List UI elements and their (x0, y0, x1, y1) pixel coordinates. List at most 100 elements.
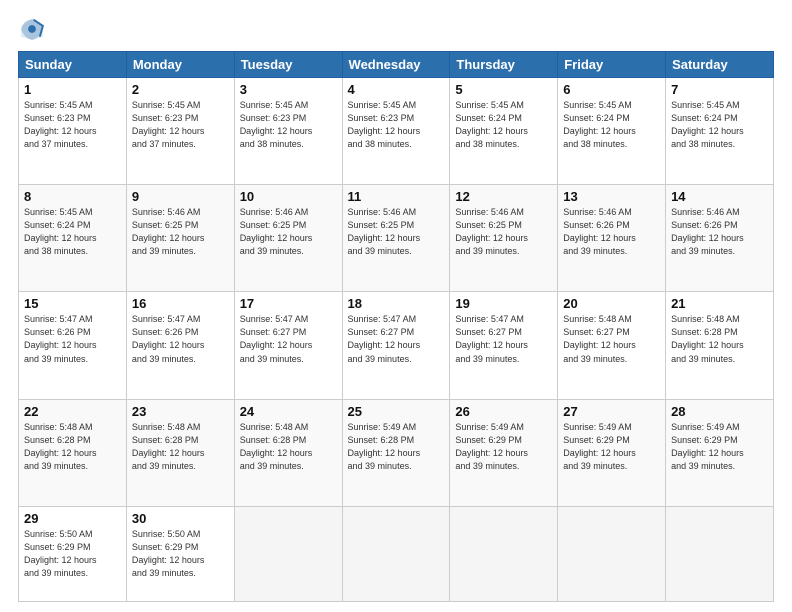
calendar-day-cell: 17 Sunrise: 5:47 AMSunset: 6:27 PMDayligh… (234, 292, 342, 399)
day-number: 28 (671, 404, 768, 419)
day-number: 25 (348, 404, 445, 419)
calendar-day-cell: 20 Sunrise: 5:48 AMSunset: 6:27 PMDayligh… (558, 292, 666, 399)
day-number: 30 (132, 511, 229, 526)
day-number: 3 (240, 82, 337, 97)
calendar-week-row: 22 Sunrise: 5:48 AMSunset: 6:28 PMDayligh… (19, 399, 774, 506)
day-number: 7 (671, 82, 768, 97)
calendar-header-cell: Wednesday (342, 52, 450, 78)
calendar-day-cell (342, 506, 450, 601)
calendar-body: 1 Sunrise: 5:45 AMSunset: 6:23 PMDaylight… (19, 78, 774, 602)
day-detail: Sunrise: 5:49 AMSunset: 6:29 PMDaylight:… (563, 421, 660, 473)
day-number: 13 (563, 189, 660, 204)
day-detail: Sunrise: 5:46 AMSunset: 6:25 PMDaylight:… (132, 206, 229, 258)
day-detail: Sunrise: 5:46 AMSunset: 6:25 PMDaylight:… (240, 206, 337, 258)
day-detail: Sunrise: 5:46 AMSunset: 6:26 PMDaylight:… (563, 206, 660, 258)
day-number: 26 (455, 404, 552, 419)
calendar-header-cell: Friday (558, 52, 666, 78)
day-number: 11 (348, 189, 445, 204)
calendar-day-cell: 15 Sunrise: 5:47 AMSunset: 6:26 PMDayligh… (19, 292, 127, 399)
calendar-header-cell: Sunday (19, 52, 127, 78)
calendar-header: SundayMondayTuesdayWednesdayThursdayFrid… (19, 52, 774, 78)
day-detail: Sunrise: 5:45 AMSunset: 6:24 PMDaylight:… (671, 99, 768, 151)
day-detail: Sunrise: 5:46 AMSunset: 6:26 PMDaylight:… (671, 206, 768, 258)
day-number: 18 (348, 296, 445, 311)
day-number: 10 (240, 189, 337, 204)
calendar-day-cell: 10 Sunrise: 5:46 AMSunset: 6:25 PMDayligh… (234, 185, 342, 292)
calendar-day-cell: 29 Sunrise: 5:50 AMSunset: 6:29 PMDayligh… (19, 506, 127, 601)
day-number: 17 (240, 296, 337, 311)
calendar-day-cell: 1 Sunrise: 5:45 AMSunset: 6:23 PMDaylight… (19, 78, 127, 185)
day-number: 8 (24, 189, 121, 204)
day-number: 27 (563, 404, 660, 419)
day-detail: Sunrise: 5:45 AMSunset: 6:24 PMDaylight:… (563, 99, 660, 151)
day-number: 14 (671, 189, 768, 204)
page: SundayMondayTuesdayWednesdayThursdayFrid… (0, 0, 792, 612)
day-number: 20 (563, 296, 660, 311)
day-number: 15 (24, 296, 121, 311)
day-detail: Sunrise: 5:47 AMSunset: 6:27 PMDaylight:… (348, 313, 445, 365)
day-detail: Sunrise: 5:45 AMSunset: 6:23 PMDaylight:… (348, 99, 445, 151)
day-number: 24 (240, 404, 337, 419)
calendar-day-cell: 21 Sunrise: 5:48 AMSunset: 6:28 PMDayligh… (666, 292, 774, 399)
day-detail: Sunrise: 5:48 AMSunset: 6:27 PMDaylight:… (563, 313, 660, 365)
day-number: 12 (455, 189, 552, 204)
calendar-day-cell: 6 Sunrise: 5:45 AMSunset: 6:24 PMDaylight… (558, 78, 666, 185)
day-detail: Sunrise: 5:48 AMSunset: 6:28 PMDaylight:… (671, 313, 768, 365)
day-number: 29 (24, 511, 121, 526)
day-detail: Sunrise: 5:49 AMSunset: 6:28 PMDaylight:… (348, 421, 445, 473)
calendar-day-cell: 25 Sunrise: 5:49 AMSunset: 6:28 PMDayligh… (342, 399, 450, 506)
day-number: 9 (132, 189, 229, 204)
day-detail: Sunrise: 5:46 AMSunset: 6:25 PMDaylight:… (455, 206, 552, 258)
calendar-day-cell: 27 Sunrise: 5:49 AMSunset: 6:29 PMDayligh… (558, 399, 666, 506)
day-number: 6 (563, 82, 660, 97)
calendar-day-cell: 13 Sunrise: 5:46 AMSunset: 6:26 PMDayligh… (558, 185, 666, 292)
calendar-day-cell: 22 Sunrise: 5:48 AMSunset: 6:28 PMDayligh… (19, 399, 127, 506)
day-detail: Sunrise: 5:49 AMSunset: 6:29 PMDaylight:… (455, 421, 552, 473)
day-detail: Sunrise: 5:45 AMSunset: 6:23 PMDaylight:… (24, 99, 121, 151)
day-number: 4 (348, 82, 445, 97)
calendar-header-cell: Tuesday (234, 52, 342, 78)
calendar-day-cell: 30Sunrise: 5:50 AMSunset: 6:29 PMDayligh… (126, 506, 234, 601)
day-detail: Sunrise: 5:47 AMSunset: 6:27 PMDaylight:… (455, 313, 552, 365)
calendar-day-cell: 2 Sunrise: 5:45 AMSunset: 6:23 PMDaylight… (126, 78, 234, 185)
day-detail: Sunrise: 5:47 AMSunset: 6:26 PMDaylight:… (24, 313, 121, 365)
calendar-header-cell: Thursday (450, 52, 558, 78)
calendar-table: SundayMondayTuesdayWednesdayThursdayFrid… (18, 51, 774, 602)
calendar-day-cell: 5 Sunrise: 5:45 AMSunset: 6:24 PMDaylight… (450, 78, 558, 185)
day-number: 22 (24, 404, 121, 419)
day-detail: Sunrise: 5:45 AMSunset: 6:24 PMDaylight:… (455, 99, 552, 151)
header (18, 15, 774, 43)
day-number: 19 (455, 296, 552, 311)
day-number: 23 (132, 404, 229, 419)
day-detail: Sunrise: 5:50 AMSunset: 6:29 PMDaylight:… (24, 528, 121, 580)
day-number: 21 (671, 296, 768, 311)
calendar-day-cell: 16Sunrise: 5:47 AMSunset: 6:26 PMDayligh… (126, 292, 234, 399)
day-detail: Sunrise: 5:45 AMSunset: 6:23 PMDaylight:… (132, 99, 229, 151)
header-row: SundayMondayTuesdayWednesdayThursdayFrid… (19, 52, 774, 78)
calendar-day-cell: 28Sunrise: 5:49 AMSunset: 6:29 PMDayligh… (666, 399, 774, 506)
calendar-day-cell: 4 Sunrise: 5:45 AMSunset: 6:23 PMDaylight… (342, 78, 450, 185)
logo-icon (18, 15, 46, 43)
calendar-day-cell: 3Sunrise: 5:45 AMSunset: 6:23 PMDaylight… (234, 78, 342, 185)
calendar-day-cell: 7 Sunrise: 5:45 AMSunset: 6:24 PMDaylight… (666, 78, 774, 185)
day-detail: Sunrise: 5:48 AMSunset: 6:28 PMDaylight:… (240, 421, 337, 473)
calendar-day-cell: 26 Sunrise: 5:49 AMSunset: 6:29 PMDayligh… (450, 399, 558, 506)
calendar-day-cell (234, 506, 342, 601)
calendar-week-row: 8Sunrise: 5:45 AMSunset: 6:24 PMDaylight… (19, 185, 774, 292)
calendar-day-cell: 11Sunrise: 5:46 AMSunset: 6:25 PMDayligh… (342, 185, 450, 292)
calendar-day-cell: 24 Sunrise: 5:48 AMSunset: 6:28 PMDayligh… (234, 399, 342, 506)
calendar-day-cell: 14 Sunrise: 5:46 AMSunset: 6:26 PMDayligh… (666, 185, 774, 292)
calendar-day-cell: 18 Sunrise: 5:47 AMSunset: 6:27 PMDayligh… (342, 292, 450, 399)
day-number: 1 (24, 82, 121, 97)
day-number: 16 (132, 296, 229, 311)
day-number: 2 (132, 82, 229, 97)
day-detail: Sunrise: 5:47 AMSunset: 6:27 PMDaylight:… (240, 313, 337, 365)
day-detail: Sunrise: 5:48 AMSunset: 6:28 PMDaylight:… (24, 421, 121, 473)
calendar-day-cell: 19 Sunrise: 5:47 AMSunset: 6:27 PMDayligh… (450, 292, 558, 399)
calendar-week-row: 29 Sunrise: 5:50 AMSunset: 6:29 PMDayligh… (19, 506, 774, 601)
calendar-day-cell: 9 Sunrise: 5:46 AMSunset: 6:25 PMDaylight… (126, 185, 234, 292)
calendar-day-cell: 8Sunrise: 5:45 AMSunset: 6:24 PMDaylight… (19, 185, 127, 292)
calendar-week-row: 1 Sunrise: 5:45 AMSunset: 6:23 PMDaylight… (19, 78, 774, 185)
calendar-day-cell: 23Sunrise: 5:48 AMSunset: 6:28 PMDayligh… (126, 399, 234, 506)
day-number: 5 (455, 82, 552, 97)
